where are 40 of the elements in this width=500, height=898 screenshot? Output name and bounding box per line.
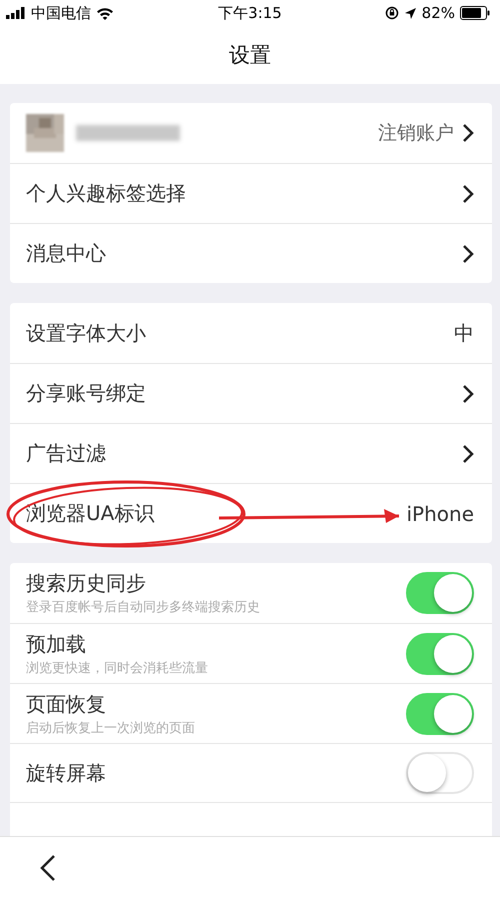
row-description: 浏览更快速，同时会消耗些流量 — [26, 660, 208, 676]
chevron-icon — [462, 244, 474, 264]
chevron-icon — [462, 384, 474, 404]
toggle-switch[interactable] — [406, 632, 474, 674]
settings-row[interactable]: 广告过滤 — [10, 423, 492, 483]
row-description: 启动后恢复上一次浏览的页面 — [26, 720, 195, 736]
toggle-switch[interactable] — [406, 692, 474, 734]
battery-icon — [460, 6, 490, 20]
row-value: 中 — [454, 320, 474, 346]
row-label: 浏览器UA标识 — [26, 500, 154, 527]
row-label: 分享账号绑定 — [26, 380, 146, 407]
settings-row[interactable]: 消息中心 — [10, 223, 492, 283]
row-label: 旋转屏幕 — [26, 760, 106, 786]
row-label: 个人兴趣标签选择 — [26, 180, 186, 207]
row-label: 设置字体大小 — [26, 320, 146, 346]
back-icon[interactable] — [40, 854, 56, 882]
settings-row[interactable]: 设置字体大小 中 — [10, 303, 492, 363]
chevron-icon — [462, 123, 474, 143]
account-row[interactable]: 注销账户 — [10, 103, 492, 163]
chevron-icon — [462, 184, 474, 204]
chevron-icon — [462, 444, 474, 464]
row-value: iPhone — [406, 502, 474, 526]
signal-icon — [6, 7, 26, 19]
battery-percent: 82% — [422, 4, 455, 22]
wifi-icon — [96, 6, 114, 20]
location-icon — [404, 6, 417, 20]
settings-row[interactable]: 分享账号绑定 — [10, 363, 492, 423]
page-title: 设置 — [229, 42, 271, 69]
status-time: 下午3:15 — [218, 4, 282, 22]
row-description: 登录百度帐号后自动同步多终端搜索历史 — [26, 599, 260, 616]
logout-label: 注销账户 — [378, 121, 454, 146]
row-label: 搜索历史同步 — [26, 570, 147, 597]
row-label: 页面恢复 — [26, 690, 107, 718]
settings-row[interactable]: 个人兴趣标签选择 — [10, 163, 492, 223]
row-label: 消息中心 — [26, 240, 106, 267]
rotation-lock-icon — [384, 6, 399, 20]
row-label: 预加载 — [26, 630, 87, 658]
carrier-name: 中国电信 — [31, 4, 91, 22]
toggle-switch[interactable] — [406, 572, 474, 614]
row-label: 广告过滤 — [26, 440, 106, 467]
